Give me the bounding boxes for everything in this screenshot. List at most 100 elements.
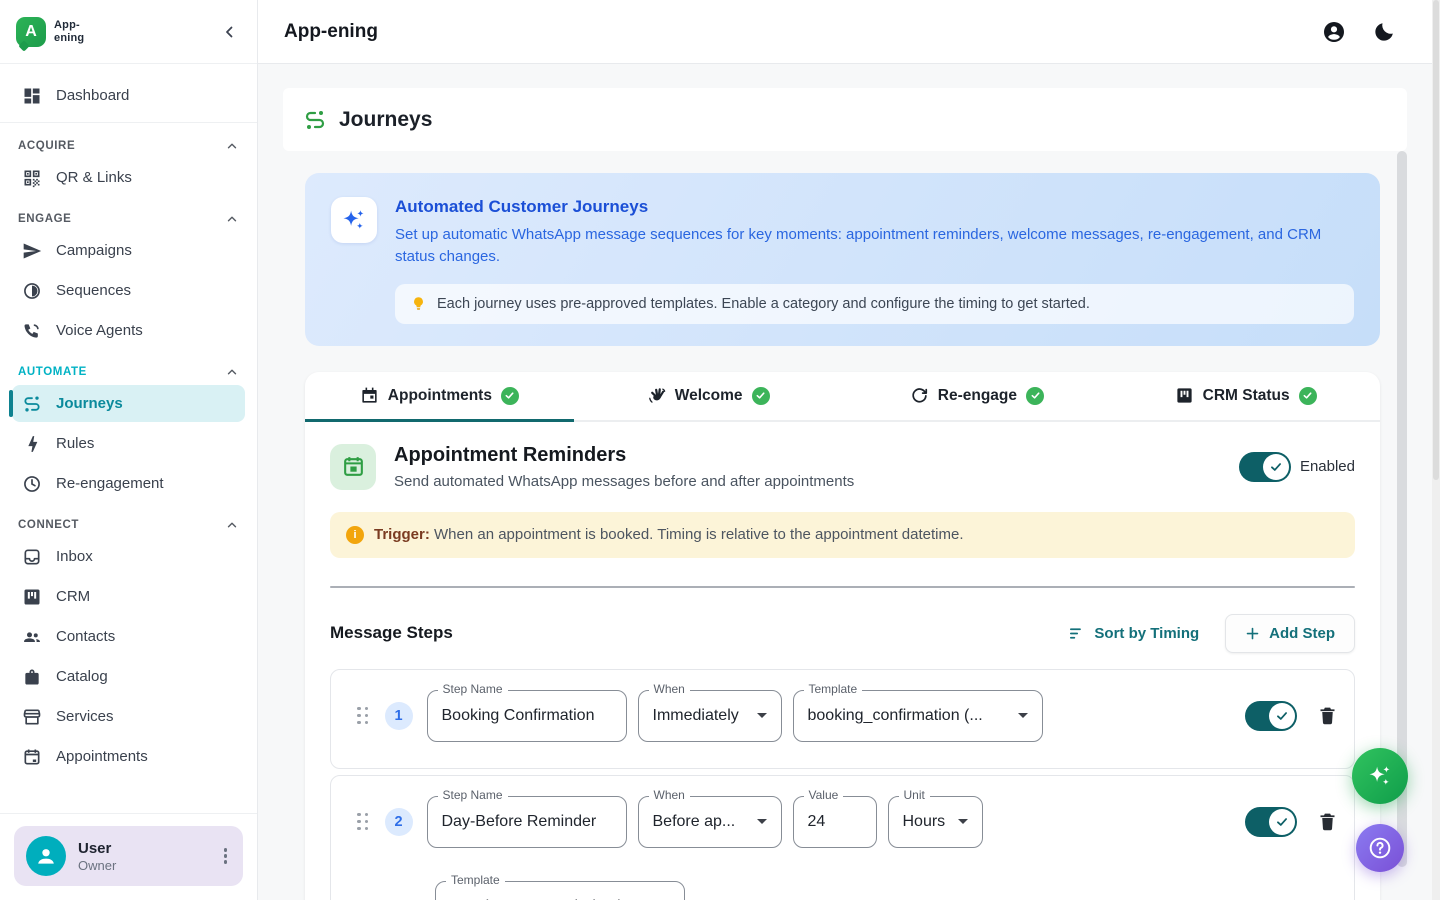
step-name-field[interactable]: Step Name — [427, 690, 627, 742]
plus-icon — [1245, 626, 1260, 641]
step-row-2: 2 Step Name When Before ap... — [330, 775, 1355, 900]
sidebar-item-inbox[interactable]: Inbox — [12, 538, 245, 575]
add-step-button[interactable]: Add Step — [1225, 614, 1355, 653]
sidebar-item-qr-links[interactable]: QR & Links — [12, 159, 245, 196]
tab-welcome[interactable]: Welcome — [574, 372, 843, 420]
drag-handle[interactable] — [355, 705, 371, 727]
sidebar-section-engage[interactable]: ENGAGE — [18, 212, 239, 226]
value-field[interactable]: Value — [793, 796, 877, 848]
moon-icon[interactable] — [1372, 20, 1396, 44]
sidebar-header: A App-ening — [0, 0, 257, 64]
tab-crm-status[interactable]: CRM Status — [1111, 372, 1380, 420]
check-icon — [1275, 815, 1289, 829]
inbox-icon — [22, 547, 42, 567]
step-name-field[interactable]: Step Name — [427, 796, 627, 848]
sidebar-section-acquire[interactable]: ACQUIRE — [18, 139, 239, 153]
voice-icon — [22, 321, 42, 341]
enabled-label: Enabled — [1300, 458, 1355, 475]
calendar-check-icon — [341, 454, 366, 479]
when-select[interactable]: When Before ap... — [638, 796, 782, 848]
sidebar-item-catalog[interactable]: Catalog — [12, 658, 245, 695]
sparkles-icon — [340, 206, 368, 234]
journeys-info-banner: Automated Customer Journeys Set up autom… — [305, 173, 1380, 346]
sidebar-item-voice-agents[interactable]: Voice Agents — [12, 312, 245, 349]
drag-handle[interactable] — [355, 811, 371, 833]
chevron-down-icon — [1018, 713, 1028, 718]
check-badge-icon — [1299, 387, 1317, 405]
topbar: App-ening — [258, 0, 1440, 64]
check-badge-icon — [501, 387, 519, 405]
template-select[interactable]: Template booking_confirmation (... — [793, 690, 1043, 742]
chevron-up-icon — [225, 518, 239, 532]
template-select[interactable]: Template appointment_reminder (... — [435, 881, 685, 900]
tab-appointments[interactable]: Appointments — [305, 372, 574, 420]
when-select[interactable]: When Immediately — [638, 690, 782, 742]
avatar — [26, 836, 66, 876]
user-name: User — [78, 840, 208, 857]
value-input[interactable] — [808, 813, 862, 831]
sidebar-item-appointments[interactable]: Appointments — [12, 738, 245, 775]
tabs-row: Appointments Welcome Re-engage — [305, 372, 1380, 422]
store-icon — [22, 707, 42, 727]
main-area: App-ening Journeys Automated Customer Jo… — [258, 0, 1440, 900]
help-fab[interactable] — [1356, 824, 1404, 872]
sidebar-item-contacts[interactable]: Contacts — [12, 618, 245, 655]
kanban-icon — [1175, 386, 1194, 405]
app-logo-icon: A — [16, 17, 46, 47]
category-icon-box — [330, 444, 376, 490]
sidebar-item-label: Inbox — [56, 548, 93, 565]
sequence-icon — [22, 281, 42, 301]
page-title: Journeys — [339, 108, 432, 132]
sidebar-item-re-engagement[interactable]: Re-engagement — [12, 465, 245, 502]
sparkles-icon — [1366, 762, 1394, 790]
sidebar-item-services[interactable]: Services — [12, 698, 245, 735]
unit-select[interactable]: Unit Hours — [888, 796, 983, 848]
sidebar-collapse-button[interactable] — [221, 23, 239, 41]
sidebar-item-dashboard[interactable]: Dashboard — [12, 77, 245, 114]
chevron-up-icon — [225, 365, 239, 379]
delete-step-button[interactable] — [1317, 705, 1338, 726]
sidebar-item-label: Services — [56, 708, 114, 725]
tab-re-engage[interactable]: Re-engage — [843, 372, 1112, 420]
window-scrollbar[interactable] — [1432, 0, 1440, 900]
trash-icon — [1317, 811, 1338, 832]
appointments-panel: Appointment Reminders Send automated Wha… — [305, 422, 1380, 900]
app-logo-text: App-ening — [54, 19, 84, 43]
sidebar-item-label: Re-engagement — [56, 475, 164, 492]
sidebar-item-label: Sequences — [56, 282, 131, 299]
sidebar-item-rules[interactable]: Rules — [12, 425, 245, 462]
chevron-up-icon — [225, 139, 239, 153]
clock-icon — [22, 474, 42, 494]
step-number-badge: 2 — [385, 808, 413, 836]
people-icon — [22, 627, 42, 647]
delete-step-button[interactable] — [1317, 811, 1338, 832]
user-menu-button[interactable] — [220, 844, 232, 868]
sidebar-footer: User Owner — [0, 813, 257, 900]
sidebar-section-connect[interactable]: CONNECT — [18, 518, 239, 532]
sidebar-section-automate[interactable]: AUTOMATE — [18, 365, 239, 379]
account-icon[interactable] — [1322, 20, 1346, 44]
sort-icon — [1068, 625, 1085, 642]
route-icon — [22, 394, 42, 414]
step-enabled-toggle[interactable] — [1245, 807, 1297, 837]
sidebar-item-crm[interactable]: CRM — [12, 578, 245, 615]
chevron-left-icon — [221, 23, 239, 41]
calendar-icon — [360, 386, 379, 405]
step-name-input[interactable] — [442, 813, 612, 831]
message-steps-heading: Message Steps — [330, 623, 453, 643]
route-icon — [303, 108, 327, 132]
ai-assistant-fab[interactable] — [1352, 748, 1408, 804]
person-icon — [33, 843, 59, 869]
category-enabled-toggle[interactable] — [1239, 452, 1291, 482]
check-icon — [1269, 460, 1283, 474]
user-card[interactable]: User Owner — [14, 826, 243, 886]
sidebar-item-sequences[interactable]: Sequences — [12, 272, 245, 309]
sidebar-item-journeys[interactable]: Journeys — [12, 385, 245, 422]
sidebar: A App-ening Dashboard ACQUIRE QR & Links… — [0, 0, 258, 900]
sort-by-timing-button[interactable]: Sort by Timing — [1068, 625, 1199, 642]
topbar-title: App-ening — [284, 21, 378, 43]
step-enabled-toggle[interactable] — [1245, 701, 1297, 731]
refresh-icon — [910, 386, 929, 405]
sidebar-item-campaigns[interactable]: Campaigns — [12, 232, 245, 269]
step-name-input[interactable] — [442, 707, 612, 725]
